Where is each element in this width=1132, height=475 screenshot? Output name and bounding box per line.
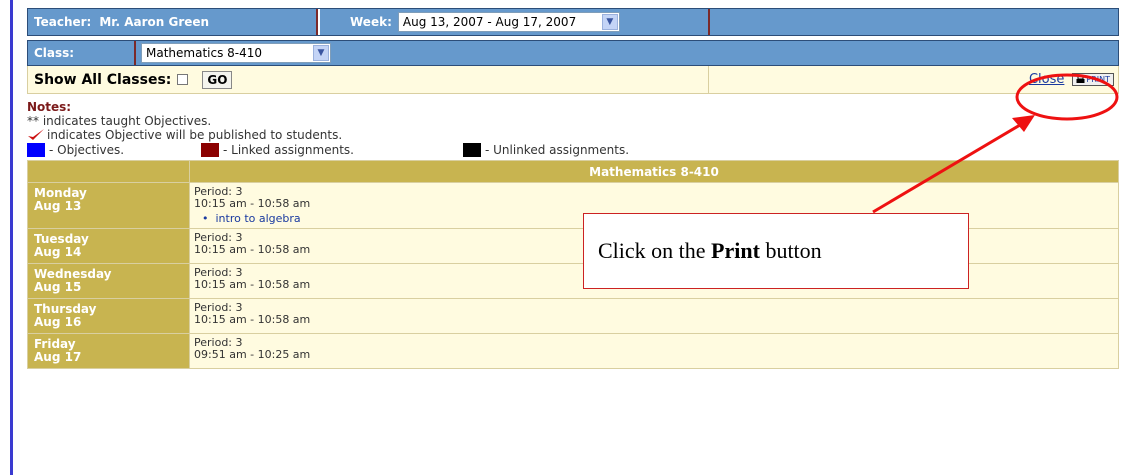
objective-link[interactable]: intro to algebra [215,212,300,225]
printer-icon [1076,75,1085,83]
class-select[interactable]: Mathematics 8-410 ▼ [141,43,331,63]
planner-frame: Teacher: Mr. Aaron Green Week: Aug 13, 2… [27,8,1119,369]
instruction-callout: Click on the Print button [583,213,969,289]
table-row: Thursday Aug 16 Period: 3 10:15 am - 10:… [27,298,1119,334]
day-date: Aug 16 [34,315,82,329]
period-cell: Period: 3 10:15 am - 10:58 am [189,298,1119,334]
left-border-bar [10,0,13,475]
go-button[interactable]: GO [202,70,233,89]
schedule-header-class: Mathematics 8-410 [189,160,1119,183]
period-label: Period: 3 [194,336,243,349]
period-time: 09:51 am - 10:25 am [194,348,311,361]
legend-objectives-label: - Objectives. [49,143,125,157]
close-link[interactable]: Close [1029,72,1064,87]
show-all-checkbox[interactable] [177,74,189,85]
week-select-value: Aug 13, 2007 - Aug 17, 2007 [402,15,577,29]
table-row: Friday Aug 17 Period: 3 09:51 am - 10:25… [27,333,1119,369]
checkmark-icon [28,129,44,140]
class-label-cell: Class: [28,41,136,65]
period-time: 10:15 am - 10:58 am [194,313,311,326]
notes-title: Notes: [27,100,72,114]
week-cell: Week: Aug 13, 2007 - Aug 17, 2007 ▼ [320,9,710,35]
notes-section: Notes: ** indicates taught Objectives. i… [27,100,1119,158]
period-cell: Period: 3 09:51 am - 10:25 am [189,333,1119,369]
day-cell: Thursday Aug 16 [27,298,190,334]
print-button[interactable]: PRINT [1072,73,1114,86]
day-cell: Wednesday Aug 15 [27,263,190,299]
legend-linked-label: - Linked assignments. [223,143,354,157]
schedule-header-row: Mathematics 8-410 [27,160,1119,183]
period-time: 10:15 am - 10:58 am [194,197,311,210]
legend-linked: - Linked assignments. [201,143,449,157]
period-label: Period: 3 [194,301,243,314]
teacher-week-bar: Teacher: Mr. Aaron Green Week: Aug 13, 2… [27,8,1119,36]
teacher-name: Mr. Aaron Green [99,15,210,29]
class-bar: Class: Mathematics 8-410 ▼ [27,40,1119,66]
teacher-cell: Teacher: Mr. Aaron Green [28,9,318,35]
legend-unlinked-label: - Unlinked assignments. [485,143,630,157]
day-cell: Friday Aug 17 [27,333,190,369]
notes-line-taught: ** indicates taught Objectives. [27,114,212,128]
callout-suffix: button [759,238,822,263]
print-button-label: PRINT [1086,75,1110,84]
period-label: Period: 3 [194,185,243,198]
teacher-label: Teacher: [34,15,92,29]
chevron-down-icon[interactable]: ▼ [313,45,329,61]
linked-swatch [201,143,219,157]
notes-line-published: indicates Objective will be published to… [27,128,1119,142]
day-date: Aug 14 [34,245,82,259]
week-select[interactable]: Aug 13, 2007 - Aug 17, 2007 ▼ [397,12,620,32]
schedule-header-blank [27,160,190,183]
callout-bold: Print [711,238,760,263]
show-all-row: Show All Classes: GO Close PRINT [27,66,1119,94]
show-all-label: Show All Classes: [34,71,172,88]
day-date: Aug 17 [34,350,82,364]
day-date: Aug 15 [34,280,82,294]
legend: - Objectives. - Linked assignments. - Un… [27,142,1119,158]
show-all-group: Show All Classes: GO [28,70,233,89]
week-label: Week: [350,15,392,29]
chevron-down-icon[interactable]: ▼ [601,14,618,30]
legend-objectives: - Objectives. [27,143,187,157]
class-label: Class: [34,46,75,60]
notes-published-text: indicates Objective will be published to… [47,128,343,142]
class-select-value: Mathematics 8-410 [146,46,263,60]
objectives-swatch [27,143,45,157]
legend-unlinked: - Unlinked assignments. [463,143,629,157]
actions-group: Close PRINT [707,66,1118,93]
day-date: Aug 13 [34,199,82,213]
callout-prefix: Click on the [598,238,712,263]
unlinked-swatch [463,143,481,157]
day-cell: Monday Aug 13 [27,182,190,229]
day-cell: Tuesday Aug 14 [27,228,190,264]
